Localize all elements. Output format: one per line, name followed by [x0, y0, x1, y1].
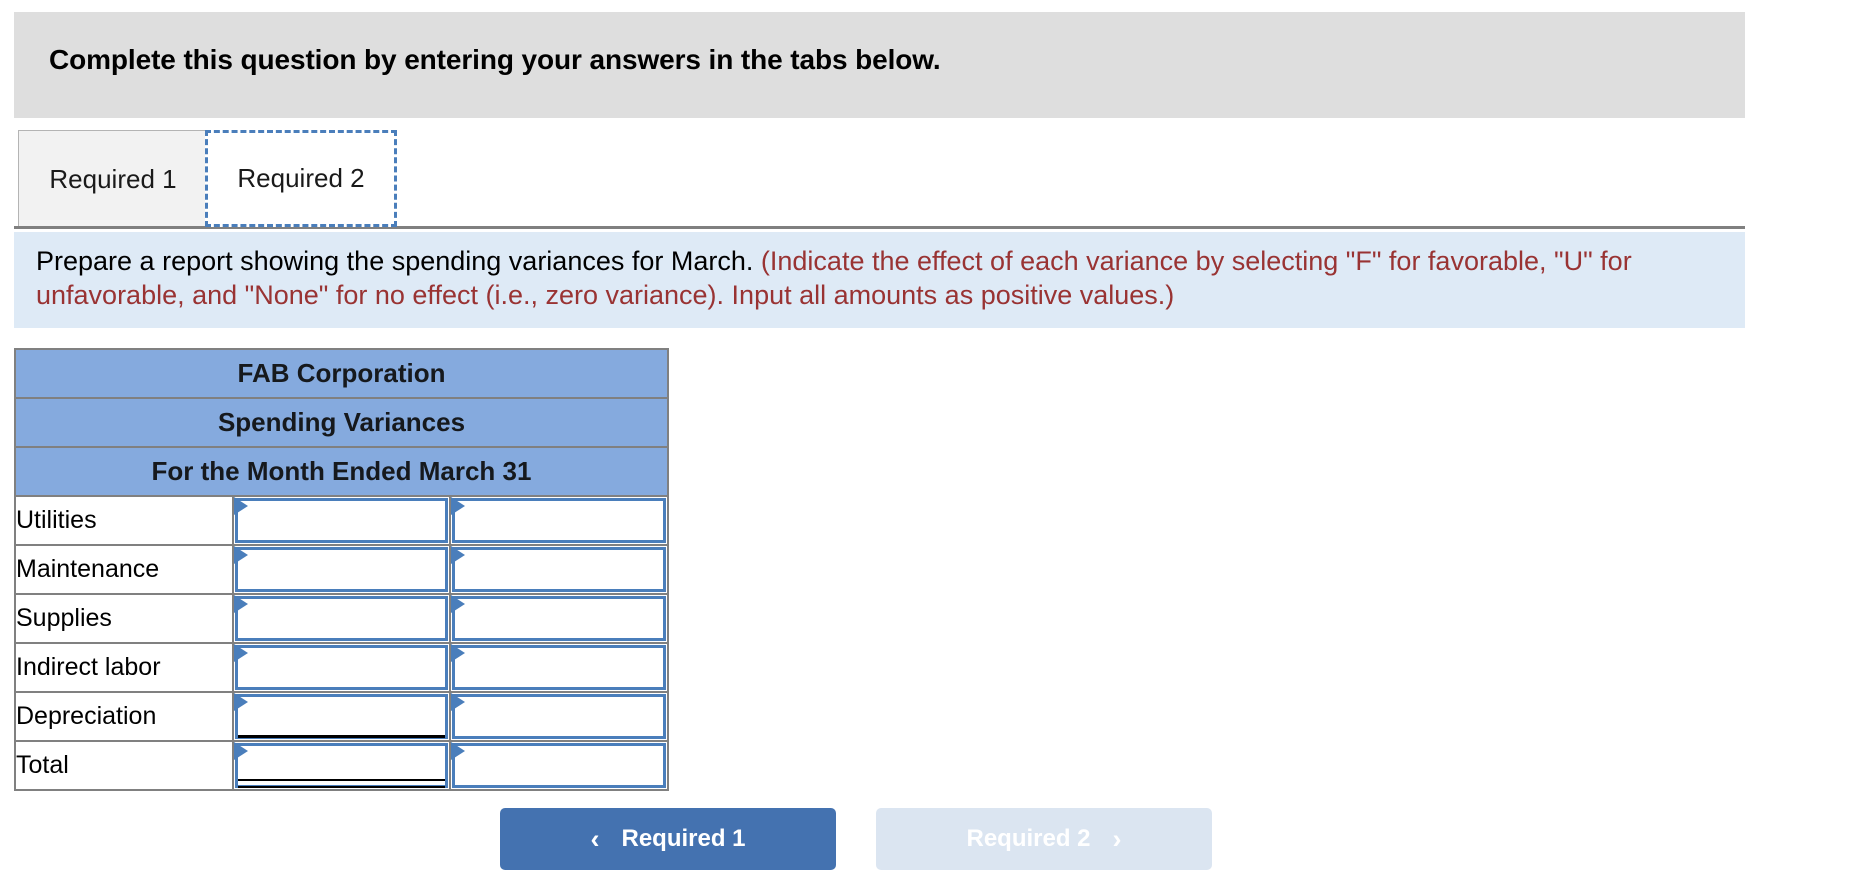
requirement-prompt: Prepare a report showing the spending va… — [36, 246, 754, 276]
spending-variances-table: FAB Corporation Spending Variances For t… — [14, 348, 669, 791]
dropdown-arrow-icon — [233, 595, 248, 613]
table-title-row: FAB Corporation — [14, 348, 669, 399]
dropdown-arrow-icon — [233, 497, 248, 515]
amount-input-depreciation[interactable] — [234, 694, 449, 739]
dropdown-arrow-icon — [451, 546, 466, 564]
effect-cell-total[interactable] — [449, 740, 669, 791]
requirement-text: Prepare a report showing the spending va… — [36, 244, 1727, 312]
tab-strip: Required 1 Required 2 — [0, 126, 1745, 229]
prev-required-1-button[interactable]: ‹ Required 1 — [500, 808, 836, 870]
tab-required-1-label: Required 1 — [49, 163, 177, 194]
amount-input-maintenance[interactable] — [234, 547, 449, 592]
amount-input-supplies[interactable] — [234, 596, 449, 641]
effect-cell-utilities[interactable] — [449, 495, 669, 546]
amount-input-indirect-labor[interactable] — [234, 645, 449, 690]
table-title-row: Spending Variances — [14, 397, 669, 448]
effect-cell-indirect-labor[interactable] — [449, 642, 669, 693]
row-label-maintenance: Maintenance — [14, 544, 234, 595]
effect-cell-depreciation[interactable] — [449, 691, 669, 742]
table-row: Supplies — [14, 593, 669, 644]
amount-input-total[interactable] — [234, 743, 449, 788]
question-header-text: Complete this question by entering your … — [49, 44, 941, 75]
effect-cell-maintenance[interactable] — [449, 544, 669, 595]
dropdown-arrow-icon — [451, 644, 466, 662]
amount-cell-total[interactable] — [231, 740, 452, 791]
question-header-banner: Complete this question by entering your … — [14, 12, 1745, 118]
amount-cell-indirect-labor[interactable] — [231, 642, 452, 693]
dropdown-arrow-icon — [233, 742, 248, 760]
row-label-supplies: Supplies — [14, 593, 234, 644]
chevron-left-icon: ‹ — [590, 823, 600, 854]
company-name-cell: FAB Corporation — [14, 348, 669, 399]
row-label-depreciation: Depreciation — [14, 691, 234, 742]
effect-input-total[interactable] — [452, 743, 666, 788]
chevron-right-icon: › — [1112, 823, 1122, 854]
tab-required-2-label: Required 2 — [237, 163, 365, 193]
dropdown-arrow-icon — [233, 546, 248, 564]
report-name-cell: Spending Variances — [14, 397, 669, 448]
table-row: Utilities — [14, 495, 669, 546]
row-label-utilities: Utilities — [14, 495, 234, 546]
dropdown-arrow-icon — [451, 595, 466, 613]
table-row: Total — [14, 740, 669, 791]
amount-cell-depreciation[interactable] — [231, 691, 452, 742]
navigation-bar: ‹ Required 1 Required 2 › — [0, 808, 1860, 878]
table-row: Depreciation — [14, 691, 669, 742]
effect-input-depreciation[interactable] — [452, 694, 666, 739]
effect-input-utilities[interactable] — [452, 498, 666, 543]
amount-cell-utilities[interactable] — [231, 495, 452, 546]
dropdown-arrow-icon — [451, 693, 466, 711]
effect-input-indirect-labor[interactable] — [452, 645, 666, 690]
amount-input-utilities[interactable] — [234, 498, 449, 543]
table-title-row: For the Month Ended March 31 — [14, 446, 669, 497]
row-label-indirect-labor: Indirect labor — [14, 642, 234, 693]
effect-input-maintenance[interactable] — [452, 547, 666, 592]
effect-input-supplies[interactable] — [452, 596, 666, 641]
table-row: Maintenance — [14, 544, 669, 595]
prev-button-label: Required 1 — [621, 825, 746, 852]
tab-required-1[interactable]: Required 1 — [18, 130, 208, 227]
amount-cell-supplies[interactable] — [231, 593, 452, 644]
dropdown-arrow-icon — [451, 497, 466, 515]
tab-required-2[interactable]: Required 2 — [205, 130, 397, 227]
row-label-total: Total — [14, 740, 234, 791]
amount-cell-maintenance[interactable] — [231, 544, 452, 595]
table-row: Indirect labor — [14, 642, 669, 693]
dropdown-arrow-icon — [233, 693, 248, 711]
requirement-banner: Prepare a report showing the spending va… — [14, 232, 1745, 328]
dropdown-arrow-icon — [451, 742, 466, 760]
dropdown-arrow-icon — [233, 644, 248, 662]
report-period-cell: For the Month Ended March 31 — [14, 446, 669, 497]
next-required-2-button[interactable]: Required 2 › — [876, 808, 1212, 870]
effect-cell-supplies[interactable] — [449, 593, 669, 644]
next-button-label: Required 2 — [966, 825, 1091, 852]
